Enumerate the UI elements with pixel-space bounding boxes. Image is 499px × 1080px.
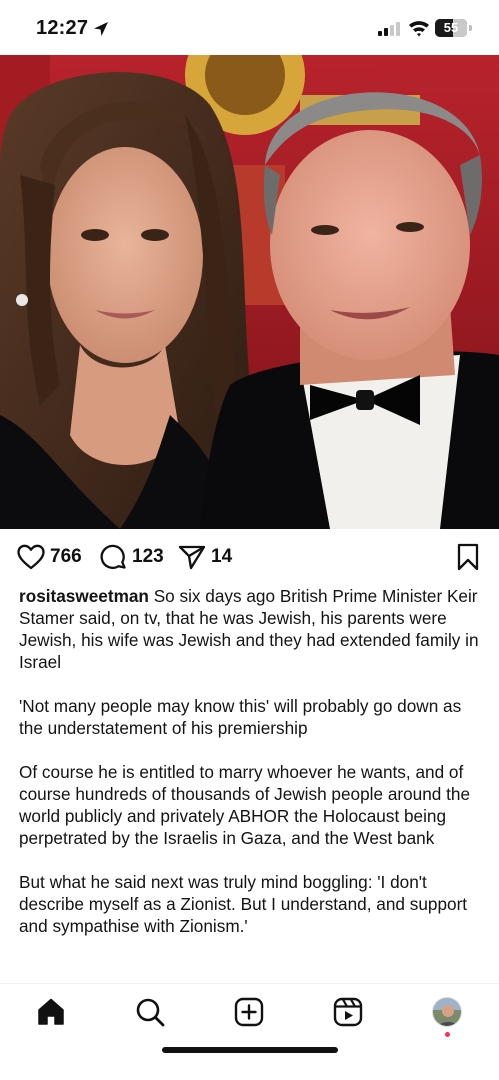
caption-paragraph: 'Not many people may know this' will pro…	[19, 696, 462, 738]
caption-paragraph: rositasweetman So six days ago British P…	[19, 585, 484, 673]
caption-username[interactable]: rositasweetman	[19, 586, 149, 606]
avatar-image	[433, 998, 461, 1026]
bookmark-icon	[457, 543, 479, 571]
battery-percent: 55	[443, 20, 459, 35]
share-button[interactable]: 14	[178, 540, 232, 574]
battery-icon: 55	[435, 19, 467, 37]
search-icon[interactable]	[134, 996, 166, 1028]
bottom-nav	[0, 983, 499, 1080]
post-photo-image	[0, 55, 499, 529]
post-photo[interactable]	[0, 55, 499, 529]
send-icon	[178, 545, 206, 570]
post-caption: rositasweetman So six days ago British P…	[19, 585, 484, 959]
wifi-icon	[409, 21, 429, 37]
profile-avatar[interactable]	[432, 997, 462, 1027]
caption-paragraph: Of course he is entitled to marry whoeve…	[19, 762, 471, 848]
home-indicator[interactable]	[162, 1047, 338, 1053]
status-bar: 12:27 55	[0, 0, 499, 55]
create-icon[interactable]	[233, 996, 265, 1028]
comment-count[interactable]: 123	[132, 546, 164, 568]
caption-paragraph: But what he said next was truly mind bog…	[19, 872, 468, 936]
battery-cap	[469, 25, 472, 31]
share-count[interactable]: 14	[211, 546, 232, 568]
status-time: 12:27	[36, 17, 89, 39]
post-actions: 766 123 14	[0, 540, 499, 574]
heart-icon	[17, 544, 45, 570]
like-button[interactable]: 766	[17, 540, 82, 574]
save-button[interactable]	[456, 540, 480, 574]
location-arrow-icon	[94, 22, 108, 36]
cellular-signal-icon	[378, 22, 400, 36]
comment-icon	[100, 544, 126, 569]
reels-icon[interactable]	[332, 996, 364, 1028]
like-count[interactable]: 766	[50, 546, 82, 568]
notification-dot	[445, 1032, 450, 1037]
home-icon[interactable]	[35, 996, 67, 1028]
comment-button[interactable]: 123	[100, 540, 164, 574]
